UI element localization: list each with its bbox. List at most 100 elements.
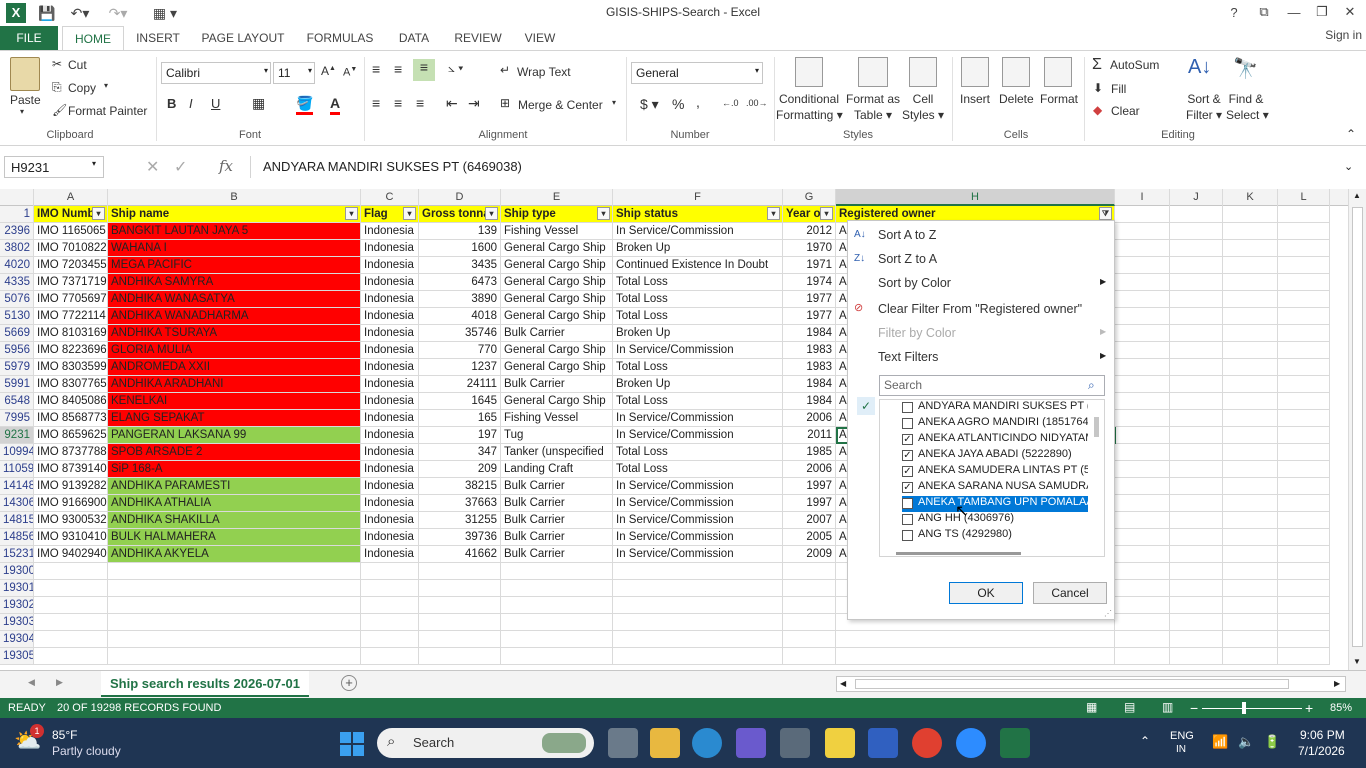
table-cell[interactable]: 1983: [783, 359, 836, 376]
empty-cell[interactable]: [1223, 427, 1278, 444]
italic-icon[interactable]: I: [189, 96, 193, 111]
empty-cell[interactable]: [1278, 427, 1330, 444]
empty-cell[interactable]: [34, 563, 108, 580]
empty-cell[interactable]: [361, 631, 419, 648]
table-cell[interactable]: In Service/Commission: [613, 529, 783, 546]
table-cell[interactable]: Indonesia: [361, 461, 419, 478]
wrap-text-button[interactable]: Wrap Text: [517, 65, 571, 79]
task-view-icon[interactable]: [608, 728, 638, 758]
header-cell[interactable]: Gross tonnag ▾: [419, 206, 501, 223]
table-cell[interactable]: ANDHIKA TSURAYA: [108, 325, 361, 342]
row-header[interactable]: 10994: [0, 444, 34, 461]
tab-insert[interactable]: INSERT: [132, 26, 184, 50]
table-cell[interactable]: Bulk Carrier: [501, 512, 613, 529]
row-header[interactable]: 15231: [0, 546, 34, 563]
table-cell[interactable]: Total Loss: [613, 359, 783, 376]
restore-icon[interactable]: ❐: [1308, 2, 1336, 22]
underline-icon[interactable]: U: [211, 96, 220, 111]
table-cell[interactable]: 41662: [419, 546, 501, 563]
row-header[interactable]: 5956: [0, 342, 34, 359]
row-header[interactable]: 19301: [0, 580, 34, 597]
empty-cell[interactable]: [1223, 206, 1278, 223]
font-name-box[interactable]: Calibri ▾: [161, 62, 271, 84]
empty-cell[interactable]: [1170, 648, 1223, 665]
table-cell[interactable]: IMO 8223696: [34, 342, 108, 359]
empty-cell[interactable]: [1278, 546, 1330, 563]
table-cell[interactable]: BANGKIT LAUTAN JAYA 5: [108, 223, 361, 240]
checkbox[interactable]: [902, 498, 913, 509]
table-cell[interactable]: 39736: [419, 529, 501, 546]
table-cell[interactable]: 6473: [419, 274, 501, 291]
column-header[interactable]: E: [501, 189, 613, 206]
table-cell[interactable]: 1977: [783, 308, 836, 325]
table-cell[interactable]: General Cargo Ship: [501, 291, 613, 308]
empty-cell[interactable]: [1115, 274, 1170, 291]
paste-button[interactable]: Paste: [10, 93, 41, 107]
empty-cell[interactable]: [1170, 427, 1223, 444]
filter-list-item[interactable]: ANDYARA MANDIRI SUKSES PT (646: [902, 400, 1088, 416]
empty-cell[interactable]: [108, 631, 361, 648]
header-cell[interactable]: Year of ▾: [783, 206, 836, 223]
sort-a-to-z[interactable]: Sort A to Z: [878, 228, 936, 242]
empty-cell[interactable]: [1278, 223, 1330, 240]
row-header[interactable]: 5130: [0, 308, 34, 325]
copy-button[interactable]: Copy: [68, 81, 96, 95]
percent-icon[interactable]: %: [672, 96, 684, 112]
paste-dropdown-icon[interactable]: ▾: [20, 107, 24, 116]
align-right-icon[interactable]: ≡: [416, 95, 424, 111]
row-header[interactable]: 1: [0, 206, 34, 223]
empty-cell[interactable]: [419, 563, 501, 580]
empty-cell[interactable]: [1170, 308, 1223, 325]
empty-cell[interactable]: [1170, 410, 1223, 427]
row-header[interactable]: 19300: [0, 563, 34, 580]
empty-cell[interactable]: [1278, 257, 1330, 274]
empty-cell[interactable]: [1278, 614, 1330, 631]
zoom-in-icon[interactable]: +: [1305, 700, 1313, 716]
empty-cell[interactable]: [1223, 529, 1278, 546]
table-cell[interactable]: 1984: [783, 376, 836, 393]
table-cell[interactable]: Total Loss: [613, 444, 783, 461]
empty-cell[interactable]: [1223, 597, 1278, 614]
table-cell[interactable]: General Cargo Ship: [501, 240, 613, 257]
empty-cell[interactable]: [419, 580, 501, 597]
table-cell[interactable]: Total Loss: [613, 461, 783, 478]
table-cell[interactable]: Bulk Carrier: [501, 325, 613, 342]
table-cell[interactable]: IMO 7203455: [34, 257, 108, 274]
tab-review[interactable]: REVIEW: [448, 26, 508, 50]
table-cell[interactable]: Total Loss: [613, 291, 783, 308]
table-cell[interactable]: IMO 8739140: [34, 461, 108, 478]
empty-cell[interactable]: [1278, 240, 1330, 257]
empty-cell[interactable]: [783, 580, 836, 597]
volume-icon[interactable]: 🔈: [1238, 734, 1254, 750]
minimize-icon[interactable]: —: [1280, 2, 1308, 22]
table-cell[interactable]: SiP 168-A: [108, 461, 361, 478]
row-header[interactable]: 14148: [0, 478, 34, 495]
language-region[interactable]: IN: [1176, 744, 1186, 755]
empty-cell[interactable]: [1115, 393, 1170, 410]
empty-cell[interactable]: [1170, 461, 1223, 478]
wifi-icon[interactable]: 📶: [1212, 734, 1228, 750]
table-cell[interactable]: In Service/Commission: [613, 410, 783, 427]
row-header[interactable]: 14306: [0, 495, 34, 512]
empty-cell[interactable]: [1223, 495, 1278, 512]
table-cell[interactable]: IMO 9139282: [34, 478, 108, 495]
empty-cell[interactable]: [1170, 240, 1223, 257]
empty-cell[interactable]: [108, 648, 361, 665]
table-cell[interactable]: 1970: [783, 240, 836, 257]
app-icon[interactable]: [868, 728, 898, 758]
empty-cell[interactable]: [1278, 393, 1330, 410]
table-cell[interactable]: 1997: [783, 495, 836, 512]
table-cell[interactable]: Indonesia: [361, 240, 419, 257]
table-cell[interactable]: Indonesia: [361, 410, 419, 427]
column-header[interactable]: B: [108, 189, 361, 206]
empty-cell[interactable]: [1170, 546, 1223, 563]
empty-cell[interactable]: [1170, 495, 1223, 512]
empty-cell[interactable]: [1115, 631, 1170, 648]
cut-button[interactable]: Cut: [68, 58, 87, 72]
cell-styles-button[interactable]: Cell Styles ▾: [900, 91, 946, 123]
checkbox[interactable]: ✓: [902, 434, 913, 445]
row-header[interactable]: 7995: [0, 410, 34, 427]
normal-view-icon[interactable]: ▦: [1086, 700, 1097, 714]
table-cell[interactable]: 1997: [783, 478, 836, 495]
empty-cell[interactable]: [1223, 410, 1278, 427]
